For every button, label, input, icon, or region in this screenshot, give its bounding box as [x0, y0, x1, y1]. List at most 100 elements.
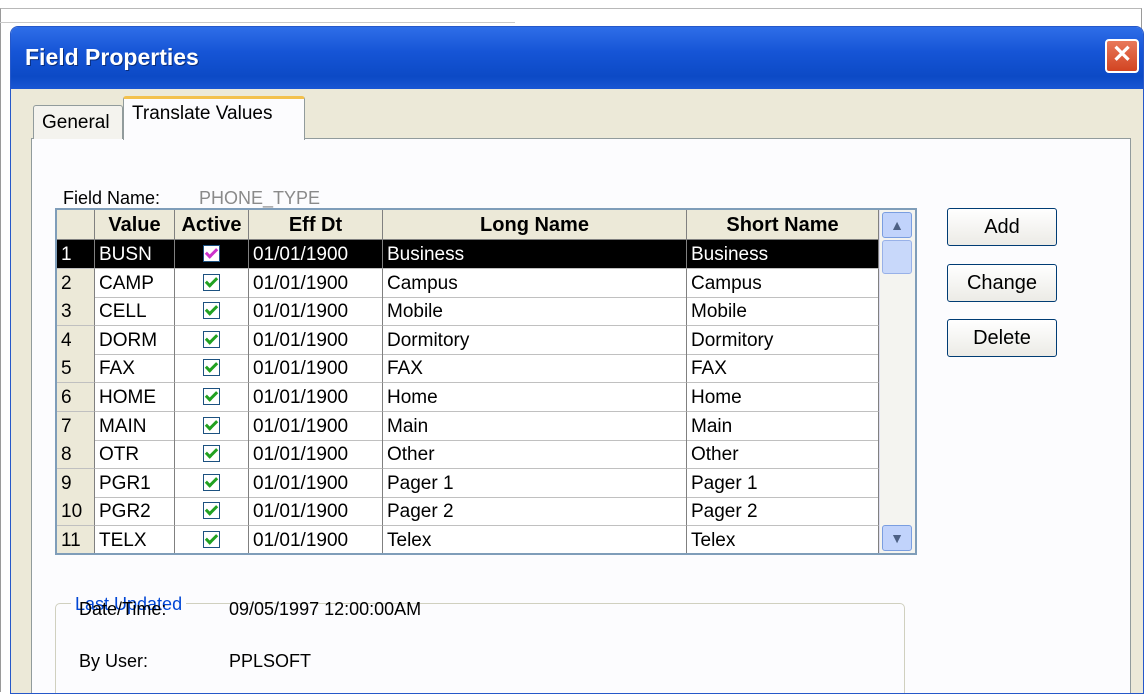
active-checkbox[interactable] — [203, 473, 220, 491]
active-checkbox[interactable] — [203, 245, 220, 262]
active-checkbox[interactable] — [203, 531, 220, 548]
cell-active[interactable] — [175, 497, 249, 527]
active-checkbox[interactable] — [203, 388, 220, 405]
cell-short-name[interactable]: Mobile — [687, 297, 879, 327]
cell-short-name[interactable]: Pager 1 — [687, 468, 879, 498]
active-checkbox[interactable] — [203, 302, 220, 320]
cell-eff-dt[interactable]: 01/01/1900 — [249, 297, 383, 327]
cell-short-name[interactable]: Campus — [687, 268, 879, 298]
cell-short-name[interactable]: Pager 2 — [687, 497, 879, 527]
scroll-thumb[interactable] — [882, 240, 912, 274]
cell-short-name[interactable]: Home — [687, 383, 879, 412]
cell-active[interactable] — [175, 383, 249, 412]
column-header-active[interactable]: Active — [175, 210, 249, 240]
cell-eff-dt[interactable]: 01/01/1900 — [249, 497, 383, 527]
cell-short-name[interactable]: Business — [687, 240, 879, 269]
cell-long-name[interactable]: Dormitory — [383, 325, 687, 355]
row-number[interactable]: 1 — [57, 240, 95, 269]
translate-values-grid[interactable]: Value Active Eff Dt Long Name Short Name… — [55, 208, 917, 555]
row-number[interactable]: 11 — [57, 526, 95, 553]
cell-value[interactable]: FAX — [95, 354, 175, 384]
cell-active[interactable] — [175, 440, 249, 470]
active-checkbox[interactable] — [203, 330, 220, 348]
active-checkbox[interactable] — [203, 273, 220, 291]
active-checkbox[interactable] — [203, 359, 220, 377]
table-row[interactable]: 3 CELL 01/01/1900 Mobile Mobile — [57, 297, 879, 327]
table-row[interactable]: 7 MAIN 01/01/1900 Main Main — [57, 411, 879, 441]
cell-eff-dt[interactable]: 01/01/1900 — [249, 383, 383, 412]
row-number[interactable]: 8 — [57, 440, 95, 470]
cell-value[interactable]: PGR1 — [95, 468, 175, 498]
scroll-down-icon[interactable]: ▼ — [882, 525, 912, 551]
cell-value[interactable]: TELX — [95, 526, 175, 553]
table-row[interactable]: 9 PGR1 01/01/1900 Pager 1 Pager 1 — [57, 468, 879, 498]
row-number[interactable]: 2 — [57, 268, 95, 298]
cell-value[interactable]: OTR — [95, 440, 175, 470]
cell-long-name[interactable]: Main — [383, 411, 687, 441]
cell-value[interactable]: DORM — [95, 325, 175, 355]
cell-eff-dt[interactable]: 01/01/1900 — [249, 240, 383, 269]
cell-value[interactable]: CAMP — [95, 268, 175, 298]
cell-long-name[interactable]: Other — [383, 440, 687, 470]
close-button[interactable]: ✕ — [1105, 39, 1139, 73]
cell-long-name[interactable]: Pager 2 — [383, 497, 687, 527]
row-number[interactable]: 6 — [57, 383, 95, 412]
active-checkbox[interactable] — [203, 445, 220, 463]
cell-short-name[interactable]: FAX — [687, 354, 879, 384]
cell-short-name[interactable]: Main — [687, 411, 879, 441]
cell-long-name[interactable]: Pager 1 — [383, 468, 687, 498]
cell-value[interactable]: BUSN — [95, 240, 175, 269]
tab-general[interactable]: General — [33, 105, 123, 139]
row-number[interactable]: 3 — [57, 297, 95, 327]
cell-active[interactable] — [175, 354, 249, 384]
table-row[interactable]: 11 TELX 01/01/1900 Telex Telex — [57, 526, 879, 553]
active-checkbox[interactable] — [203, 502, 220, 520]
row-number[interactable]: 7 — [57, 411, 95, 441]
cell-long-name[interactable]: Home — [383, 383, 687, 412]
cell-eff-dt[interactable]: 01/01/1900 — [249, 526, 383, 553]
column-header-long-name[interactable]: Long Name — [383, 210, 687, 240]
cell-value[interactable]: HOME — [95, 383, 175, 412]
scroll-up-icon[interactable]: ▲ — [882, 212, 912, 238]
cell-active[interactable] — [175, 325, 249, 355]
cell-long-name[interactable]: FAX — [383, 354, 687, 384]
delete-button[interactable]: Delete — [947, 319, 1057, 357]
cell-value[interactable]: PGR2 — [95, 497, 175, 527]
cell-eff-dt[interactable]: 01/01/1900 — [249, 468, 383, 498]
column-header-eff-dt[interactable]: Eff Dt — [249, 210, 383, 240]
add-button[interactable]: Add — [947, 208, 1057, 246]
row-number[interactable]: 4 — [57, 325, 95, 355]
cell-eff-dt[interactable]: 01/01/1900 — [249, 440, 383, 470]
cell-eff-dt[interactable]: 01/01/1900 — [249, 411, 383, 441]
table-row[interactable]: 4 DORM 01/01/1900 Dormitory Dormitory — [57, 325, 879, 355]
change-button[interactable]: Change — [947, 264, 1057, 302]
cell-active[interactable] — [175, 411, 249, 441]
cell-short-name[interactable]: Dormitory — [687, 325, 879, 355]
cell-active[interactable] — [175, 468, 249, 498]
row-number[interactable]: 10 — [57, 497, 95, 527]
cell-value[interactable]: MAIN — [95, 411, 175, 441]
cell-eff-dt[interactable]: 01/01/1900 — [249, 325, 383, 355]
cell-long-name[interactable]: Campus — [383, 268, 687, 298]
table-row[interactable]: 1 BUSN 01/01/1900 Business Business — [57, 240, 879, 269]
cell-long-name[interactable]: Mobile — [383, 297, 687, 327]
cell-eff-dt[interactable]: 01/01/1900 — [249, 354, 383, 384]
table-row[interactable]: 2 CAMP 01/01/1900 Campus Campus — [57, 268, 879, 298]
cell-active[interactable] — [175, 526, 249, 553]
row-number[interactable]: 5 — [57, 354, 95, 384]
title-bar[interactable]: Field Properties ✕ — [11, 27, 1143, 89]
vertical-scrollbar[interactable]: ▲ ▼ — [879, 210, 915, 553]
cell-active[interactable] — [175, 240, 249, 269]
cell-value[interactable]: CELL — [95, 297, 175, 327]
cell-long-name[interactable]: Telex — [383, 526, 687, 553]
cell-short-name[interactable]: Telex — [687, 526, 879, 553]
table-row[interactable]: 8 OTR 01/01/1900 Other Other — [57, 440, 879, 470]
table-row[interactable]: 10 PGR2 01/01/1900 Pager 2 Pager 2 — [57, 497, 879, 527]
cell-short-name[interactable]: Other — [687, 440, 879, 470]
cell-active[interactable] — [175, 297, 249, 327]
cell-active[interactable] — [175, 268, 249, 298]
table-row[interactable]: 5 FAX 01/01/1900 FAX FAX — [57, 354, 879, 384]
table-row[interactable]: 6 HOME 01/01/1900 Home Home — [57, 383, 879, 412]
active-checkbox[interactable] — [203, 416, 220, 434]
tab-translate-values[interactable]: Translate Values — [123, 96, 305, 140]
